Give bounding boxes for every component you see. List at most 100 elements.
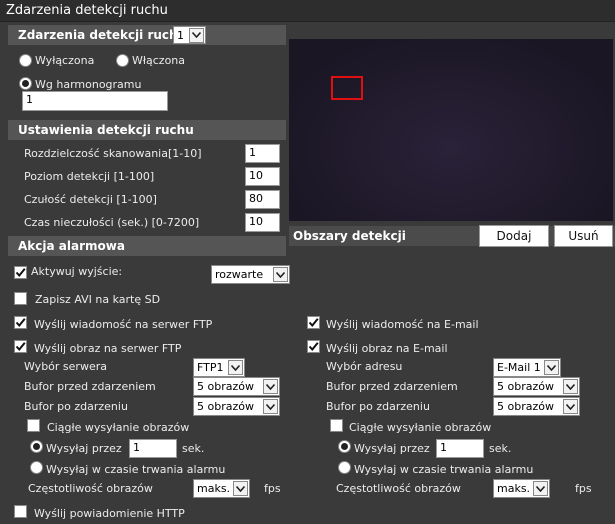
ftp-msg-checkbox[interactable] <box>14 316 27 329</box>
checkmark-icon <box>15 317 26 328</box>
email-send-every-input[interactable]: 1 <box>436 439 484 458</box>
radio-enabled-label: Włączona <box>132 54 186 67</box>
detection-level-label: Poziom detekcji [1-100] <box>24 170 155 183</box>
radio-schedule[interactable] <box>19 77 32 90</box>
event-section-header: Zdarzenia detekcji ruchu <box>8 25 286 45</box>
event-section-title: Zdarzenia detekcji ruchu <box>18 28 187 42</box>
settings-section-title: Ustawienia detekcji ruchu <box>18 123 194 137</box>
checkmark-icon <box>15 267 26 278</box>
email-pre-buffer-select[interactable]: 5 obrazów <box>493 377 580 396</box>
ftp-continuous-checkbox[interactable] <box>27 419 40 432</box>
email-send-during-label: Wysyłaj w czasie trwania alarmu <box>354 463 534 476</box>
camera-preview[interactable] <box>289 39 613 221</box>
schedule-input[interactable]: 1 <box>22 91 168 111</box>
chevron-down-icon <box>563 399 578 414</box>
ftp-freq-select[interactable]: maks. <box>193 479 250 498</box>
radio-disabled[interactable] <box>19 54 32 67</box>
chevron-down-icon <box>533 481 548 496</box>
ftp-send-every-input[interactable]: 1 <box>129 439 177 458</box>
ftp-img-label: Wyślij obraz na serwer FTP <box>34 342 182 355</box>
email-fps-label: fps <box>575 482 592 495</box>
detection-area-rect[interactable] <box>331 76 363 100</box>
email-img-checkbox[interactable] <box>307 340 320 353</box>
ftp-send-every-label: Wysyłaj przez <box>46 442 122 455</box>
remove-area-button[interactable]: Usuń <box>554 225 613 247</box>
ftp-post-buffer-select[interactable]: 5 obrazów <box>193 397 280 416</box>
radio-disabled-label: Wyłączona <box>35 54 95 67</box>
email-pre-buffer-label: Bufor przed zdarzeniem <box>326 380 458 393</box>
activate-output-checkbox[interactable] <box>14 266 27 279</box>
ftp-freq-value: maks. <box>197 482 231 495</box>
chevron-down-icon <box>233 481 248 496</box>
ftp-freq-label: Częstotliwość obrazów <box>28 482 153 495</box>
email-post-buffer-value: 5 obrazów <box>497 400 554 413</box>
chevron-down-icon <box>263 399 278 414</box>
ftp-continuous-label: Ciągłe wysyłanie obrazów <box>47 421 190 434</box>
http-notify-checkbox[interactable] <box>14 505 27 518</box>
sensitivity-input[interactable]: 80 <box>245 190 280 209</box>
ftp-pre-buffer-value: 5 obrazów <box>197 380 254 393</box>
checkmark-icon <box>308 341 319 352</box>
dead-time-label: Czas nieczułości (sek.) [0-7200] <box>24 216 200 229</box>
email-send-every-label: Wysyłaj przez <box>354 442 430 455</box>
ftp-msg-label: Wyślij wiadomość na serwer FTP <box>34 318 213 331</box>
output-state-select[interactable]: rozwarte <box>211 265 290 284</box>
detection-areas-label: Obszary detekcji <box>293 229 406 243</box>
detection-level-input[interactable]: 10 <box>245 167 280 186</box>
chevron-down-icon <box>544 360 559 375</box>
event-index-select[interactable]: 1 <box>173 26 206 44</box>
email-freq-value: maks. <box>497 482 531 495</box>
ftp-server-value: FTP1 <box>197 361 224 374</box>
ftp-send-during-radio[interactable] <box>30 461 43 474</box>
ftp-pre-buffer-label: Bufor przed zdarzeniem <box>24 380 156 393</box>
email-continuous-label: Ciągłe wysyłanie obrazów <box>349 421 492 434</box>
ftp-fps-label: fps <box>264 482 281 495</box>
email-post-buffer-label: Bufor po zdarzeniu <box>326 400 430 413</box>
dead-time-input[interactable]: 10 <box>245 213 280 232</box>
email-continuous-checkbox[interactable] <box>330 419 343 432</box>
alarm-section-header: Akcja alarmowa <box>8 236 286 256</box>
save-avi-label: Zapisz AVI na kartę SD <box>35 293 161 306</box>
email-msg-label: Wyślij wiadomość na E-mail <box>326 318 479 331</box>
email-post-buffer-select[interactable]: 5 obrazów <box>493 397 580 416</box>
page-title: Zdarzenia detekcji ruchu <box>0 0 615 22</box>
ftp-img-checkbox[interactable] <box>14 340 27 353</box>
checkmark-icon <box>308 317 319 328</box>
email-address-value: E-Mail 1 <box>497 361 541 374</box>
email-address-select[interactable]: E-Mail 1 <box>493 358 561 377</box>
chevron-down-icon <box>563 379 578 394</box>
add-area-button[interactable]: Dodaj <box>479 225 549 247</box>
event-index-value: 1 <box>177 28 184 42</box>
ftp-post-buffer-value: 5 obrazów <box>197 400 254 413</box>
email-freq-select[interactable]: maks. <box>493 479 550 498</box>
ftp-pre-buffer-select[interactable]: 5 obrazów <box>193 377 280 396</box>
ftp-send-every-radio[interactable] <box>30 440 43 453</box>
ftp-post-buffer-label: Bufor po zdarzeniu <box>24 400 128 413</box>
email-msg-checkbox[interactable] <box>307 316 320 329</box>
ftp-server-select[interactable]: FTP1 <box>193 358 245 377</box>
email-sec-label: sek. <box>489 442 512 455</box>
email-address-label: Wybór adresu <box>326 360 403 373</box>
chevron-down-icon <box>263 379 278 394</box>
chevron-down-icon <box>228 360 243 375</box>
http-notify-label: Wyślij powiadomienie HTTP <box>34 507 185 520</box>
chevron-down-icon <box>189 27 204 43</box>
ftp-sec-label: sek. <box>182 442 205 455</box>
settings-section-header: Ustawienia detekcji ruchu <box>8 120 286 140</box>
email-send-during-radio[interactable] <box>338 461 351 474</box>
email-send-every-radio[interactable] <box>338 440 351 453</box>
email-img-label: Wyślij obraz na E-mail <box>326 342 448 355</box>
chevron-down-icon <box>273 267 288 282</box>
alarm-section-title: Akcja alarmowa <box>18 239 125 253</box>
ftp-send-during-label: Wysyłaj w czasie trwania alarmu <box>46 463 226 476</box>
checkmark-icon <box>15 341 26 352</box>
save-avi-checkbox[interactable] <box>14 292 27 305</box>
output-state-value: rozwarte <box>215 268 264 281</box>
email-pre-buffer-value: 5 obrazów <box>497 380 554 393</box>
radio-enabled[interactable] <box>116 54 129 67</box>
activate-output-label: Aktywuj wyjście: <box>31 265 123 278</box>
email-freq-label: Częstotliwość obrazów <box>336 482 461 495</box>
sensitivity-label: Czułość detekcji [1-100] <box>24 193 157 206</box>
scan-resolution-input[interactable]: 1 <box>245 144 280 163</box>
scan-resolution-label: Rozdzielczość skanowania[1-10] <box>24 147 202 160</box>
